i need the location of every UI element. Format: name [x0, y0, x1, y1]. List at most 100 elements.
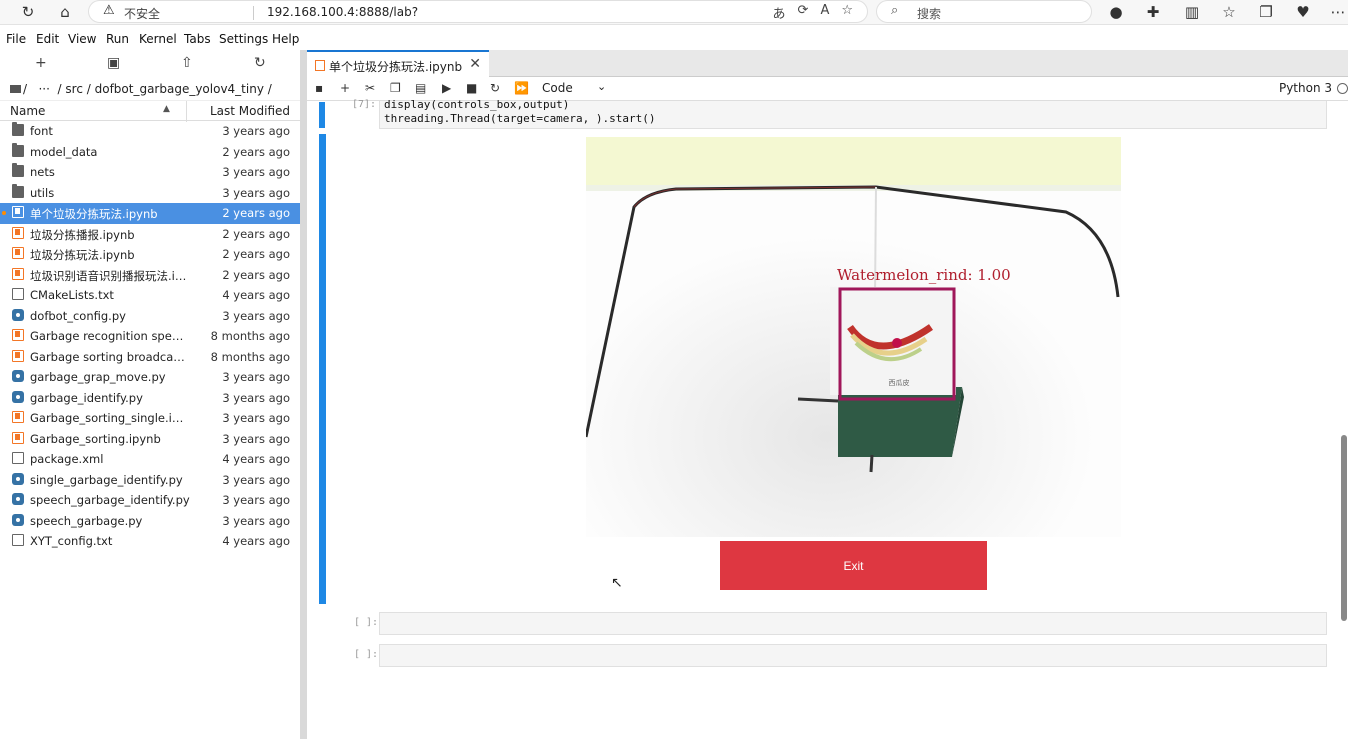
refresh-icon[interactable]: ↻	[18, 2, 38, 22]
file-name[interactable]: model_data	[30, 145, 190, 159]
breadcrumb-path[interactable]: / ··· / src / dofbot_garbage_yolov4_tiny…	[23, 82, 272, 96]
cut-icon[interactable]: ✂	[365, 81, 375, 95]
paste-icon[interactable]: ▤	[415, 81, 426, 95]
file-row[interactable]: package.xml 4 years ago	[0, 449, 300, 470]
file-name[interactable]: nets	[30, 165, 190, 179]
file-name[interactable]: package.xml	[30, 452, 190, 466]
file-name[interactable]: Garbage sorting broadcast ga...	[30, 350, 190, 364]
file-row[interactable]: 垃圾分拣玩法.ipynb 2 years ago	[0, 244, 300, 265]
file-name[interactable]: XYT_config.txt	[30, 534, 190, 548]
run-icon[interactable]: ▶	[442, 81, 451, 95]
copy-icon[interactable]: ❐	[390, 81, 401, 95]
file-row[interactable]: Garbage recognition speech re... 8 months…	[0, 326, 300, 347]
file-name[interactable]: 垃圾识别语音识别播报玩法.ipy...	[30, 268, 190, 284]
sync-icon[interactable]: ⟳	[798, 3, 809, 22]
menu-kernel[interactable]: Kernel	[139, 32, 177, 46]
menu-settings[interactable]: Settings	[219, 32, 268, 46]
file-name[interactable]: Garbage_sorting.ipynb	[30, 432, 190, 446]
file-name[interactable]: Garbage_sorting_single.ipynb	[30, 411, 190, 425]
file-row[interactable]: speech_garbage_identify.py 3 years ago	[0, 490, 300, 511]
restart-run-all-icon[interactable]: ⏩	[514, 81, 529, 95]
file-row[interactable]: dofbot_config.py 3 years ago	[0, 306, 300, 327]
file-name[interactable]: CMakeLists.txt	[30, 288, 190, 302]
file-row[interactable]: model_data 2 years ago	[0, 142, 300, 163]
column-name[interactable]: Name	[10, 104, 45, 118]
stop-icon[interactable]: ■	[466, 81, 477, 95]
file-row[interactable]: single_garbage_identify.py 3 years ago	[0, 470, 300, 491]
collections-icon[interactable]: ❐	[1256, 2, 1276, 22]
breadcrumb[interactable]: / ··· / src / dofbot_garbage_yolov4_tiny…	[10, 82, 272, 96]
file-name[interactable]: 垃圾分拣玩法.ipynb	[30, 247, 190, 263]
split-screen-icon[interactable]: ▥	[1182, 2, 1202, 22]
file-row[interactable]: 垃圾识别语音识别播报玩法.ipy... 2 years ago	[0, 265, 300, 286]
empty-code-cell[interactable]	[379, 644, 1327, 667]
browser-search-box[interactable]: ⌕ 搜索	[876, 0, 1092, 23]
favorite-icon[interactable]: ☆	[841, 3, 853, 22]
file-row[interactable]: Garbage_sorting.ipynb 3 years ago	[0, 429, 300, 450]
insert-cell-icon[interactable]: +	[340, 81, 350, 95]
menu-view[interactable]: View	[68, 32, 96, 46]
sort-caret-icon[interactable]: ▲	[163, 104, 170, 114]
address-bar[interactable]: ⚠ 不安全 192.168.100.4:8888/lab? あ ⟳ A ☆	[88, 0, 868, 23]
file-row[interactable]: XYT_config.txt 4 years ago	[0, 531, 300, 552]
file-name[interactable]: garbage_grap_move.py	[30, 370, 190, 384]
file-row[interactable]: speech_garbage.py 3 years ago	[0, 511, 300, 532]
kernel-name[interactable]: Python 3	[1279, 81, 1332, 95]
save-icon[interactable]: ▪	[315, 81, 323, 95]
profile-icon[interactable]: ●	[1106, 2, 1126, 22]
file-row[interactable]: Garbage_sorting_single.ipynb 3 years ago	[0, 408, 300, 429]
cell-collapser[interactable]	[319, 102, 325, 128]
menu-tabs[interactable]: Tabs	[184, 32, 211, 46]
chevron-down-icon[interactable]: ⌄	[597, 80, 606, 93]
menu-bar: File Edit View Run Kernel Tabs Settings …	[0, 28, 1348, 50]
browser-essentials-icon[interactable]: ♥	[1293, 2, 1313, 22]
file-name[interactable]: garbage_identify.py	[30, 391, 190, 405]
code-cell[interactable]: display(controls_box,output) threading.T…	[379, 98, 1327, 129]
tab-notebook[interactable]: 单个垃圾分拣玩法.ipynb ✕	[307, 50, 489, 77]
file-row[interactable]: nets 3 years ago	[0, 162, 300, 183]
refresh-files-icon[interactable]: ↻	[254, 55, 266, 71]
menu-file[interactable]: File	[6, 32, 26, 46]
panel-splitter[interactable]	[300, 50, 307, 739]
empty-code-cell[interactable]	[379, 612, 1327, 635]
file-name[interactable]: speech_garbage.py	[30, 514, 190, 528]
extensions-icon[interactable]: ✚	[1143, 2, 1163, 22]
file-row[interactable]: CMakeLists.txt 4 years ago	[0, 285, 300, 306]
file-name[interactable]: speech_garbage_identify.py	[30, 493, 190, 507]
file-row[interactable]: Garbage sorting broadcast ga... 8 months …	[0, 347, 300, 368]
file-name[interactable]: 垃圾分拣播报.ipynb	[30, 227, 190, 243]
menu-help[interactable]: Help	[272, 32, 299, 46]
file-row[interactable]: 单个垃圾分拣玩法.ipynb 2 years ago	[0, 203, 300, 224]
favorites-icon[interactable]: ☆	[1219, 2, 1239, 22]
more-icon[interactable]: ⋯	[1328, 2, 1348, 22]
upload-icon[interactable]: ⇧	[181, 55, 193, 71]
output-collapser[interactable]	[319, 134, 326, 604]
execution-prompt: [7]:	[352, 99, 377, 110]
read-aloud-icon[interactable]: A	[820, 3, 829, 22]
exit-button[interactable]: Exit	[720, 541, 987, 590]
url-text[interactable]: 192.168.100.4:8888/lab?	[267, 5, 418, 19]
menu-edit[interactable]: Edit	[36, 32, 59, 46]
file-name[interactable]: dofbot_config.py	[30, 309, 190, 323]
file-name[interactable]: Garbage recognition speech re...	[30, 329, 190, 343]
file-name[interactable]: single_garbage_identify.py	[30, 473, 190, 487]
file-row[interactable]: 垃圾分拣播报.ipynb 2 years ago	[0, 224, 300, 245]
close-icon[interactable]: ✕	[469, 56, 481, 72]
column-last-modified[interactable]: Last Modified	[210, 104, 290, 118]
vertical-scrollbar[interactable]	[1341, 435, 1347, 621]
file-row[interactable]: garbage_grap_move.py 3 years ago	[0, 367, 300, 388]
translate-icon[interactable]: あ	[773, 3, 786, 22]
cell-type-select[interactable]: Code	[542, 81, 573, 95]
restart-icon[interactable]: ↻	[490, 81, 500, 95]
menu-run[interactable]: Run	[106, 32, 129, 46]
file-name[interactable]: utils	[30, 186, 190, 200]
file-row[interactable]: garbage_identify.py 3 years ago	[0, 388, 300, 409]
tab-label[interactable]: 单个垃圾分拣玩法.ipynb	[329, 58, 462, 75]
file-name[interactable]: font	[30, 124, 190, 138]
file-name[interactable]: 单个垃圾分拣玩法.ipynb	[30, 206, 190, 222]
new-folder-icon[interactable]: ▣	[107, 55, 120, 71]
new-launcher-icon[interactable]: +	[35, 55, 47, 71]
file-row[interactable]: font 3 years ago	[0, 121, 300, 142]
file-row[interactable]: utils 3 years ago	[0, 183, 300, 204]
home-icon[interactable]: ⌂	[55, 2, 75, 22]
